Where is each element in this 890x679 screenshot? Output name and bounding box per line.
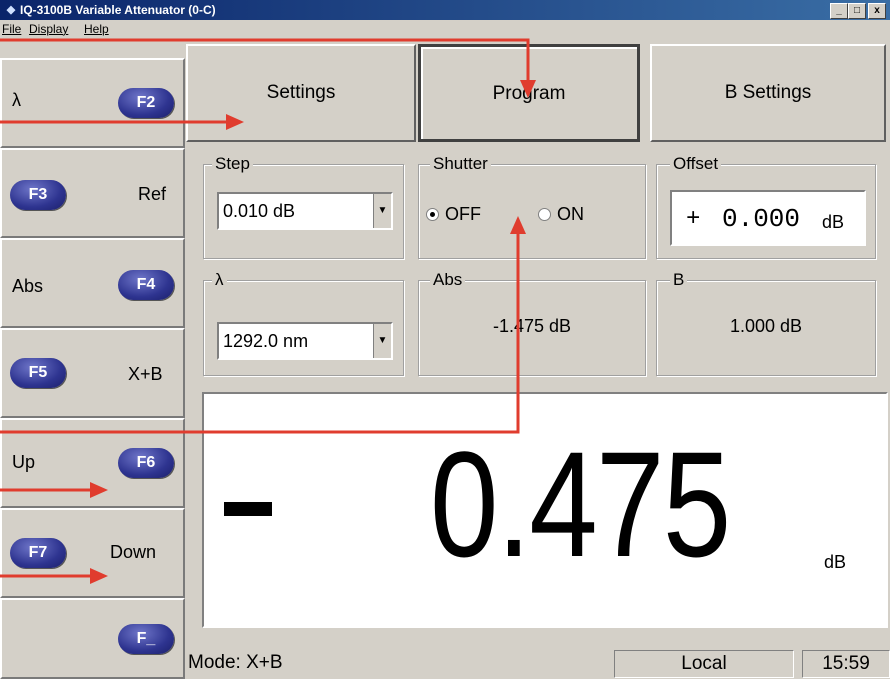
arrowhead-icon: [226, 114, 244, 130]
arrowhead-icon: [510, 216, 526, 234]
arrowhead-icon: [520, 80, 536, 98]
app-window: ◆ IQ-3100B Variable Attenuator (0-C) _ □…: [0, 0, 890, 679]
arrowhead-icon: [90, 568, 108, 584]
arrowhead-icon: [90, 482, 108, 498]
arrow-shutter: [0, 232, 520, 434]
annotation-arrows: [0, 38, 536, 584]
arrow-program: [0, 38, 530, 82]
